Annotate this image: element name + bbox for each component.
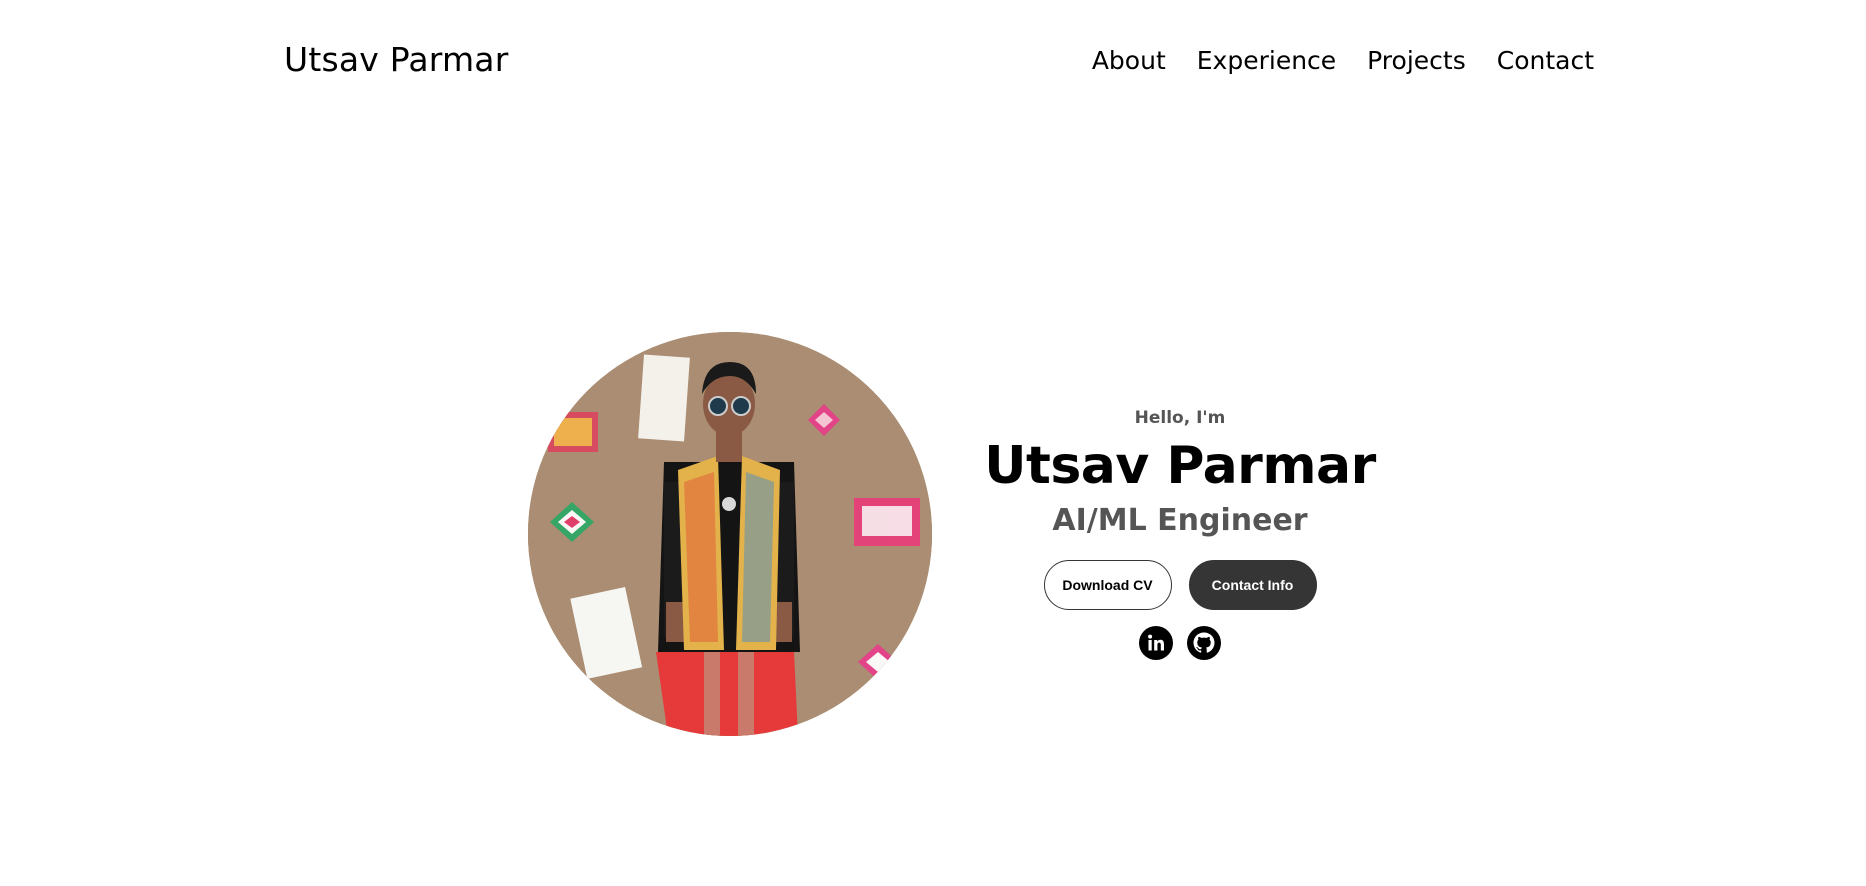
github-icon[interactable] — [1187, 626, 1221, 660]
site-logo[interactable]: Utsav Parmar — [284, 40, 509, 79]
social-links — [960, 626, 1400, 660]
page: Utsav Parmar About Experience Projects C… — [0, 0, 1866, 886]
contact-info-button[interactable]: Contact Info — [1188, 560, 1317, 610]
nav-link-about[interactable]: About — [1092, 46, 1166, 75]
hero-text: Hello, I'm Utsav Parmar AI/ML Engineer D… — [960, 400, 1400, 660]
hero-name: Utsav Parmar — [984, 436, 1376, 496]
linkedin-icon[interactable] — [1139, 626, 1173, 660]
nav-link-contact[interactable]: Contact — [1497, 46, 1594, 75]
greeting-text: Hello, I'm — [1134, 408, 1226, 428]
download-cv-button[interactable]: Download CV — [1043, 560, 1172, 610]
hero-role: AI/ML Engineer — [1052, 503, 1308, 538]
profile-photo-illustration — [528, 332, 932, 736]
hero-buttons: Download CV Contact Info — [960, 560, 1400, 610]
nav-link-experience[interactable]: Experience — [1197, 46, 1336, 75]
nav-link-projects[interactable]: Projects — [1367, 46, 1466, 75]
profile-photo — [528, 332, 932, 736]
main-nav: About Experience Projects Contact — [1092, 46, 1594, 75]
